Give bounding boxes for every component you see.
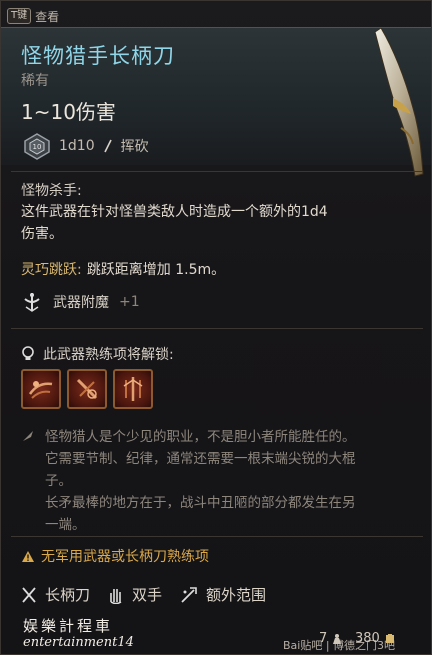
glaive-weapon-icon — [374, 28, 424, 177]
passive-desc-line1: 这件武器在针对怪兽类敌人时造成一个额外的1d4 — [21, 204, 328, 220]
lore-line: 一端。 — [45, 517, 86, 533]
weapon-enchantment: 武器附魔 +1 — [21, 291, 140, 313]
svg-text:10: 10 — [33, 143, 42, 151]
quill-icon — [23, 431, 33, 441]
item-tooltip: T键 查看 怪物猎手长柄刀 稀有 1~10伤害 10 1d10 挥砍 怪物杀手:… — [0, 0, 432, 655]
proficiency-unlock: 此武器熟练项将解锁: — [21, 344, 174, 364]
tag-reach: 额外范围 — [180, 584, 266, 605]
weight-icon — [333, 633, 342, 644]
two-handed-icon — [110, 588, 122, 604]
polearm-icon — [22, 586, 36, 603]
warning-icon — [22, 550, 34, 562]
tag-label: 长柄刀 — [45, 586, 91, 604]
tag-polearm: 长柄刀 — [21, 584, 90, 605]
passive2-desc: 跳跃距离增加 1.5m。 — [86, 262, 226, 278]
item-rarity: 稀有 — [21, 73, 49, 89]
tag-two-handed: 双手 — [108, 584, 162, 605]
inspect-label: 查看 — [35, 9, 60, 24]
cleave-icon — [123, 377, 143, 401]
lore-text: 怪物猎人是个少见的职业，不是胆小者所能胜任的。 它需要节制、纪律，通常还需要一根… — [45, 426, 415, 536]
enchant-value: +1 — [119, 294, 140, 310]
tag-label: 双手 — [132, 586, 163, 604]
weapon-actions — [21, 369, 153, 409]
weight-value: 7 — [319, 631, 328, 646]
passive-desc-line2: 伤害。 — [21, 226, 63, 242]
damage-dice-row: 10 1d10 挥砍 — [23, 132, 149, 160]
price-value: 380 — [355, 631, 380, 646]
passive-nimble-jump: 灵巧跳跃: 跳跃距离增加 1.5m。 — [1, 259, 431, 281]
brace-icon — [76, 378, 98, 400]
lore-line: 长矛最棒的地方在于，战斗中丑陋的部分都发生在另 — [45, 495, 356, 511]
damage-dice: 1d10 — [59, 138, 95, 154]
inspect-hint[interactable]: T键 查看 — [7, 5, 59, 27]
lore-line: 子。 — [45, 473, 72, 489]
item-damage: 1~10伤害 — [21, 100, 116, 124]
passive-monster-slayer: 怪物杀手: 这件武器在针对怪兽类敌人时造成一个额外的1d4 伤害。 — [1, 181, 431, 245]
item-price: 380 — [355, 631, 396, 646]
rush-attack-icon — [28, 381, 53, 399]
gold-icon — [385, 633, 394, 643]
action-slot-3[interactable] — [113, 369, 153, 409]
proficiency-warning: 无军用武器或长柄刀熟练项 — [21, 546, 209, 566]
damage-type: 挥砍 — [120, 139, 149, 155]
watermark-en: entertainment14 — [23, 635, 134, 650]
action-slot-1[interactable] — [21, 369, 61, 409]
item-header: 怪物猎手长柄刀 稀有 1~10伤害 10 1d10 挥砍 — [1, 27, 431, 177]
enchant-icon — [24, 293, 40, 312]
passive2-title: 灵巧跳跃: — [21, 262, 82, 278]
divider — [11, 171, 423, 172]
divider — [11, 328, 423, 329]
dice-icon: 10 — [24, 133, 50, 160]
enchant-label: 武器附魔 — [53, 295, 109, 311]
passive-title: 怪物杀手: — [21, 183, 82, 199]
warning-text: 无军用武器或长柄刀熟练项 — [41, 549, 209, 565]
divider — [11, 536, 423, 537]
item-name: 怪物猎手长柄刀 — [21, 44, 175, 68]
slashing-icon — [103, 139, 112, 153]
key-hint: T键 — [7, 8, 32, 24]
lore-line: 它需要节制、纪律，通常还需要一根末端尖锐的大棍 — [45, 451, 356, 467]
watermark-cn: 娱樂計程車 — [23, 617, 114, 635]
lore-line: 怪物猎人是个少见的职业，不是胆小者所能胜任的。 — [45, 429, 356, 445]
action-slot-2[interactable] — [67, 369, 107, 409]
reach-icon — [181, 586, 197, 603]
item-weight: 7 — [319, 631, 343, 646]
weapon-properties: 长柄刀 双手 额外范围 — [21, 584, 266, 605]
lightbulb-icon — [22, 346, 34, 360]
proficiency-label: 此武器熟练项将解锁: — [43, 347, 174, 363]
tag-label: 额外范围 — [206, 586, 267, 604]
